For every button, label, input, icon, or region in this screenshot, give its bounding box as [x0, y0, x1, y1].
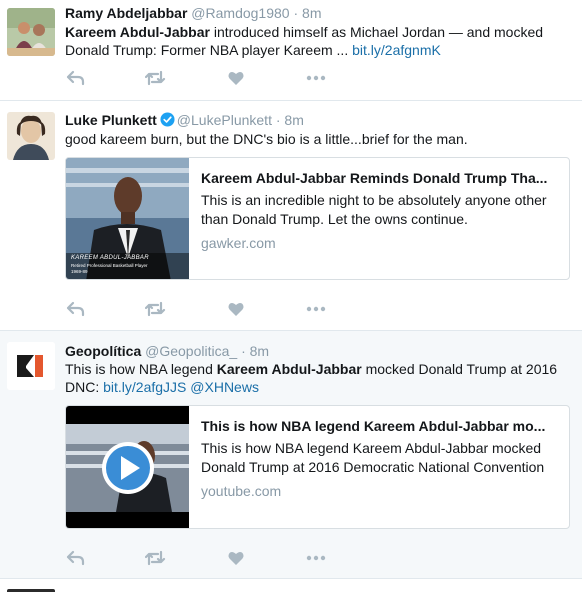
author-name[interactable]: Ramy Abdeljabbar [65, 5, 187, 21]
card-title[interactable]: This is how NBA legend Kareem Abdul-Jabb… [201, 418, 559, 434]
author-name[interactable]: Geopolítica [65, 343, 141, 359]
retweet-icon[interactable] [145, 549, 167, 567]
more-icon[interactable] [305, 69, 327, 87]
avatar[interactable] [7, 112, 55, 160]
more-icon[interactable] [305, 549, 327, 567]
verified-badge-icon [160, 112, 175, 127]
tweet-actions [65, 300, 345, 320]
timestamp[interactable]: 8m [302, 5, 321, 21]
tweet-actions [65, 549, 345, 569]
timestamp[interactable]: 8m [250, 343, 269, 359]
tweet-text: good kareem burn, but the DNC's bio is a… [65, 131, 468, 147]
avatar[interactable] [7, 342, 55, 390]
video-card[interactable]: This is how NBA legend Kareem Abdul-Jabb… [65, 405, 570, 529]
tweet-text: This is how NBA legend Kareem Abdul-Jabb… [65, 360, 570, 396]
tweet-text-body: This is how NBA legend [65, 361, 217, 377]
card-thumbnail [66, 406, 189, 528]
highlighted-term: Kareem Abdul-Jabbar [65, 24, 210, 40]
author-handle[interactable]: @LukePlunkett [177, 112, 272, 128]
tweet[interactable]: Geopolítica @Geopolitica_ · 8m This is h… [0, 331, 582, 579]
separator-dot: · [293, 5, 299, 21]
tweet[interactable]: Ramy Abdeljabbar @Ramdog1980 · 8m Kareem… [0, 0, 582, 101]
highlighted-term: Kareem Abdul-Jabbar [216, 361, 362, 377]
separator-dot: · [275, 112, 281, 128]
like-icon[interactable] [225, 69, 247, 87]
timestamp[interactable]: 8m [284, 112, 303, 128]
retweet-icon[interactable] [145, 300, 167, 318]
caption-subtitle: Retired Professional Basketball Player [71, 263, 148, 268]
link-card[interactable]: KAREEM ABDUL-JABBAR Retired Professional… [65, 157, 570, 280]
separator-dot: · [241, 343, 246, 359]
mention-link[interactable]: @XHNews [190, 379, 259, 395]
retweet-icon[interactable] [145, 69, 167, 87]
author-handle[interactable]: @Geopolitica_ [145, 343, 237, 359]
reply-icon[interactable] [65, 69, 87, 87]
tweet-link[interactable]: bit.ly/2afgJJS [103, 379, 186, 395]
caption-years: 1969-89 [71, 269, 88, 274]
tweet[interactable]: Luke Plunkett @LukePlunkett · 8m good kar… [0, 101, 582, 331]
tweet-link[interactable]: bit.ly/2afgnmK [352, 42, 441, 58]
author-name[interactable]: Luke Plunkett [65, 112, 157, 128]
avatar[interactable] [7, 8, 55, 56]
card-domain: youtube.com [201, 483, 282, 499]
like-icon[interactable] [225, 300, 247, 318]
card-domain: gawker.com [201, 235, 276, 251]
more-icon[interactable] [305, 300, 327, 318]
tweet-text: Kareem Abdul-Jabbar introduced himself a… [65, 23, 570, 59]
reply-icon[interactable] [65, 549, 87, 567]
card-title[interactable]: Kareem Abdul-Jabbar Reminds Donald Trump… [201, 170, 559, 186]
card-thumbnail: KAREEM ABDUL-JABBAR Retired Professional… [66, 158, 189, 279]
reply-icon[interactable] [65, 300, 87, 318]
like-icon[interactable] [225, 549, 247, 567]
tweet-actions [65, 69, 345, 89]
caption-name: KAREEM ABDUL-JABBAR [71, 255, 149, 261]
card-description: This is how NBA legend Kareem Abdul-Jabb… [201, 440, 545, 475]
author-handle[interactable]: @Ramdog1980 [191, 5, 289, 21]
card-description: This is an incredible night to be absolu… [201, 192, 547, 227]
